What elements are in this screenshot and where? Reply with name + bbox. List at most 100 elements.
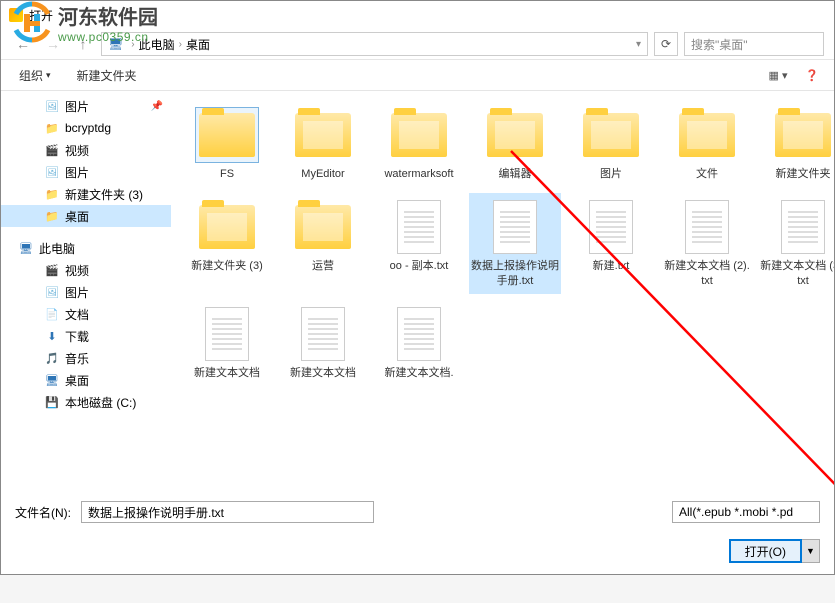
doc-icon: 📄 (45, 307, 59, 321)
file-label: FS (220, 167, 234, 181)
file-item[interactable]: 新建文本文档 (3).txt (757, 193, 834, 294)
file-label: 新建文本文档 (2).txt (663, 259, 751, 288)
desktop-icon: 🖥 (45, 373, 59, 387)
folder-icon (295, 113, 351, 157)
folder-icon (199, 113, 255, 157)
file-item[interactable]: 新建文件夹 (3) (181, 193, 273, 294)
file-item[interactable]: 数据上报操作说明手册.txt (469, 193, 561, 294)
title-bar: 打开 (1, 1, 834, 29)
file-item[interactable]: 新建文本文档 (2).txt (661, 193, 753, 294)
sidebar-item[interactable]: 📄文档 (1, 303, 171, 325)
toolbar: 组织 ▾ 新建文件夹 ▦ ▾ ❓ (1, 59, 834, 91)
file-label: 新建文件夹 (3) (191, 259, 263, 273)
file-item[interactable]: MyEditor (277, 101, 369, 187)
file-label: 新建文本文档 (290, 366, 356, 380)
sidebar-item[interactable]: 🎬视频 (1, 139, 171, 161)
text-file-icon (397, 200, 441, 254)
pic-icon: 🖼 (45, 285, 59, 299)
chevron-down-icon[interactable]: ▾ (636, 39, 641, 50)
sidebar-item[interactable]: 💾本地磁盘 (C:) (1, 391, 171, 413)
search-input[interactable]: 搜索"桌面" (684, 32, 824, 56)
sidebar-item[interactable]: 📁桌面 (1, 205, 171, 227)
sidebar-item[interactable]: 🖼图片 (1, 281, 171, 303)
file-label: 数据上报操作说明手册.txt (471, 259, 559, 288)
file-item[interactable]: FS (181, 101, 273, 187)
open-dialog: 打开 ← → ↑ 🖥 › 此电脑 › 桌面 ▾ ⟳ 搜索"桌面" 组织 ▾ 新建… (0, 0, 835, 575)
button-row: 打开(O) ▼ (1, 533, 834, 577)
sidebar: 🖼图片📌📁bcryptdg🎬视频🖼图片📁新建文件夹 (3)📁桌面🖥此电脑🎬视频🖼… (1, 91, 171, 491)
file-item[interactable]: 新建文本文档. (373, 300, 465, 386)
disk-icon: 💾 (45, 395, 59, 409)
sidebar-item-label: 图片 (65, 164, 89, 181)
organize-button[interactable]: 组织 ▾ (11, 63, 59, 88)
file-item[interactable]: 新建.txt (565, 193, 657, 294)
folder-icon (583, 113, 639, 157)
pc-icon: 🖥 (19, 241, 33, 255)
file-item[interactable]: 新建文本文档 (277, 300, 369, 386)
file-item[interactable]: 文件 (661, 101, 753, 187)
file-label: 运营 (312, 259, 334, 273)
breadcrumb-current[interactable]: 桌面 (186, 36, 210, 53)
chevron-right-icon: › (131, 39, 134, 50)
dialog-title: 打开 (29, 7, 53, 24)
up-button[interactable]: ↑ (71, 32, 95, 56)
search-placeholder: 搜索"桌面" (691, 36, 748, 53)
file-item[interactable]: 图片 (565, 101, 657, 187)
forward-button[interactable]: → (41, 32, 65, 56)
sidebar-item-label: 新建文件夹 (3) (65, 186, 143, 203)
file-label: 新建文件夹 (776, 167, 831, 181)
pc-icon: 🖥 (108, 37, 123, 51)
text-file-icon (589, 200, 633, 254)
file-label: watermarksoft (384, 167, 453, 181)
navigation-row: ← → ↑ 🖥 › 此电脑 › 桌面 ▾ ⟳ 搜索"桌面" (1, 29, 834, 59)
sidebar-this-pc[interactable]: 🖥此电脑 (1, 237, 171, 259)
video-icon: 🎬 (45, 143, 59, 157)
chevron-down-icon: ▾ (46, 70, 51, 81)
file-area[interactable]: FS MyEditor watermarksoft 编辑器图片 文件新建文件夹新建文件夹… (171, 91, 834, 491)
filename-label: 文件名(N): (15, 504, 71, 521)
sidebar-item[interactable]: 🎵 音乐 (1, 347, 171, 369)
sidebar-item[interactable]: ⬇ 下载 (1, 325, 171, 347)
file-item[interactable]: 新建文本文档 (181, 300, 273, 386)
folder-icon (199, 205, 255, 249)
file-item[interactable]: 编辑器 (469, 101, 561, 187)
file-item[interactable]: watermarksoft (373, 101, 465, 187)
back-button[interactable]: ← (11, 32, 35, 56)
sidebar-item[interactable]: 🖼图片 (1, 161, 171, 183)
file-type-filter[interactable]: All(*.epub *.mobi *.pd (672, 501, 820, 523)
sidebar-item[interactable]: 📁bcryptdg (1, 117, 171, 139)
folder-icon: 📁 (45, 121, 59, 135)
file-item[interactable]: 运营 (277, 193, 369, 294)
open-button[interactable]: 打开(O) (729, 539, 802, 563)
text-file-icon (685, 200, 729, 254)
sidebar-item-label: 桌面 (65, 208, 89, 225)
download-icon: ⬇ (45, 329, 59, 343)
folder-icon (487, 113, 543, 157)
filename-input[interactable] (81, 501, 374, 523)
music-icon: 🎵 (45, 351, 59, 365)
text-file-icon (493, 200, 537, 254)
sidebar-item[interactable]: 🖼图片📌 (1, 95, 171, 117)
sidebar-item[interactable]: 📁 新建文件夹 (3) (1, 183, 171, 205)
view-mode-button[interactable]: ▦ ▾ (766, 65, 790, 85)
video-icon: 🎬 (45, 263, 59, 277)
breadcrumb-root[interactable]: 此电脑 (139, 36, 175, 53)
sidebar-item[interactable]: 🎬视频 (1, 259, 171, 281)
sidebar-item-label: 下载 (65, 328, 89, 345)
sidebar-item-label: 音乐 (65, 350, 89, 367)
file-item[interactable]: 新建文件夹 (757, 101, 834, 187)
refresh-button[interactable]: ⟳ (654, 32, 678, 56)
text-file-icon (397, 307, 441, 361)
folder-icon: 📁 (45, 187, 59, 201)
filename-row: 文件名(N): All(*.epub *.mobi *.pd (1, 491, 834, 533)
sidebar-item[interactable]: 🖥桌面 (1, 369, 171, 391)
file-label: 图片 (600, 167, 622, 181)
help-button[interactable]: ❓ (800, 65, 824, 85)
file-item[interactable]: oo - 副本.txt (373, 193, 465, 294)
pin-icon: 📌 (151, 101, 163, 112)
file-label: 新建文本文档. (384, 366, 453, 380)
new-folder-button[interactable]: 新建文件夹 (69, 63, 145, 88)
breadcrumb[interactable]: 🖥 › 此电脑 › 桌面 ▾ (101, 32, 648, 56)
open-dropdown-button[interactable]: ▼ (802, 539, 820, 563)
folder-icon (295, 205, 351, 249)
